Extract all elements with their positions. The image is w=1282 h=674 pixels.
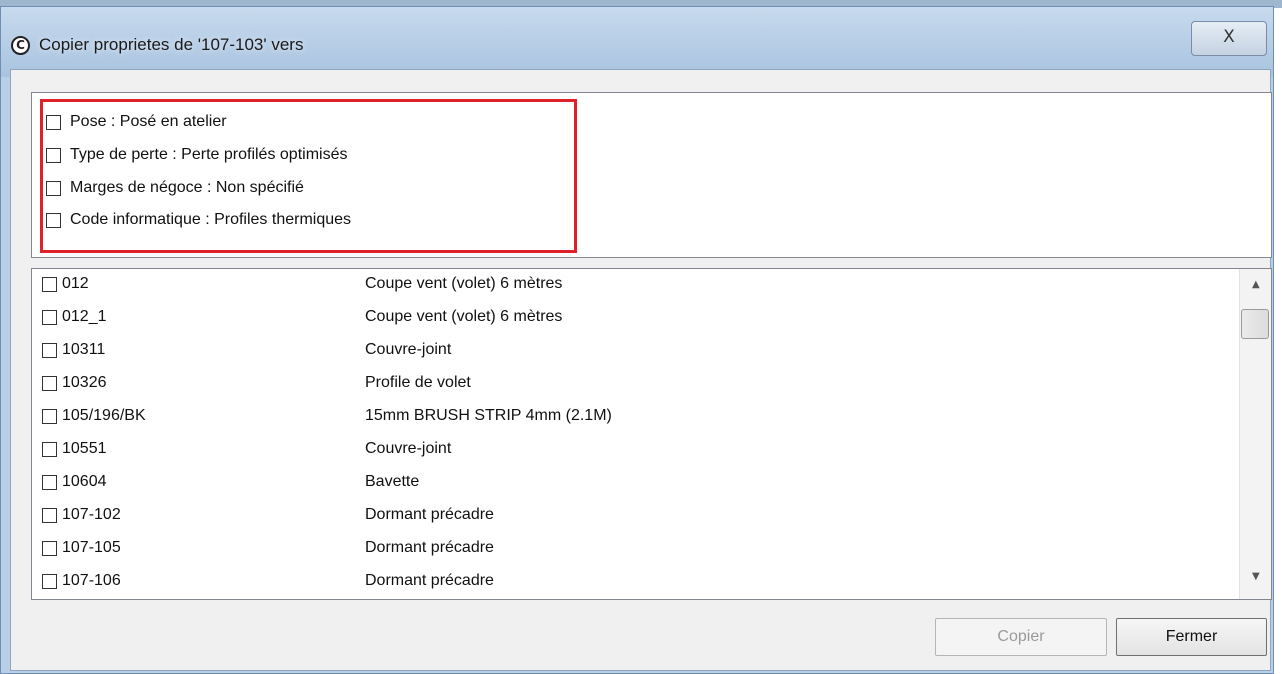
scrollbar-thumb[interactable] xyxy=(1241,309,1269,339)
property-label: Code informatique : Profiles thermiques xyxy=(70,211,352,228)
item-description: Couvre-joint xyxy=(365,341,452,358)
checkbox[interactable] xyxy=(46,114,61,130)
item-description: Bavette xyxy=(365,473,420,490)
properties-panel: Pose : Posé en atelier Type de perte : P… xyxy=(31,92,1272,258)
scroll-down-icon[interactable]: ▼ xyxy=(1252,571,1260,582)
checkbox[interactable] xyxy=(42,508,57,523)
checkbox[interactable] xyxy=(42,376,57,391)
checkbox[interactable] xyxy=(46,147,61,163)
item-description: Coupe vent (volet) 6 mètres xyxy=(365,275,563,292)
property-marges-de-negoce[interactable]: Marges de négoce : Non spécifié xyxy=(46,176,304,200)
checkbox[interactable] xyxy=(42,409,57,424)
app-logo-icon: C xyxy=(11,36,30,55)
window-title: Copier proprietes de '107-103' vers xyxy=(39,35,304,54)
checkbox[interactable] xyxy=(46,180,61,196)
property-label: Marges de négoce : Non spécifié xyxy=(70,179,304,196)
list-item[interactable]: 10551 Couvre-joint xyxy=(32,434,1230,466)
list-scrollbar[interactable]: ▲ ▼ xyxy=(1239,269,1271,599)
item-description: Couvre-joint xyxy=(365,440,452,457)
item-description: Dormant précadre xyxy=(365,506,494,523)
list-item[interactable]: 10604 Bavette xyxy=(32,467,1230,499)
item-code: 10604 xyxy=(62,473,107,490)
item-description: Dormant précadre xyxy=(365,572,494,589)
checkbox[interactable] xyxy=(42,343,57,358)
item-code: 012 xyxy=(62,275,89,292)
list-item[interactable]: 012 Coupe vent (volet) 6 mètres xyxy=(32,269,1230,301)
copy-button[interactable]: Copier xyxy=(935,618,1107,656)
list-item[interactable]: 107-102 Dormant précadre xyxy=(32,500,1230,532)
list-item[interactable]: 012_1 Coupe vent (volet) 6 mètres xyxy=(32,302,1230,334)
list-item[interactable]: 10326 Profile de volet xyxy=(32,368,1230,400)
items-list[interactable]: 012 Coupe vent (volet) 6 mètres 012_1 Co… xyxy=(31,268,1272,600)
checkbox[interactable] xyxy=(42,310,57,325)
item-code: 107-106 xyxy=(62,572,121,589)
item-code: 107-105 xyxy=(62,539,121,556)
list-item[interactable]: 107-105 Dormant précadre xyxy=(32,533,1230,565)
item-description: Dormant précadre xyxy=(365,539,494,556)
item-code: 10551 xyxy=(62,440,107,457)
title-bar[interactable]: C Copier proprietes de '107-103' vers X xyxy=(1,7,1273,77)
checkbox[interactable] xyxy=(42,442,57,457)
dialog-body: Pose : Posé en atelier Type de perte : P… xyxy=(10,69,1272,671)
item-description: 15mm BRUSH STRIP 4mm (2.1M) xyxy=(365,407,612,424)
window-close-button[interactable]: X xyxy=(1191,21,1267,56)
property-type-de-perte[interactable]: Type de perte : Perte profilés optimisés xyxy=(46,143,347,167)
checkbox[interactable] xyxy=(42,574,57,589)
checkbox[interactable] xyxy=(42,541,57,556)
list-item[interactable]: 10311 Couvre-joint xyxy=(32,335,1230,367)
checkbox[interactable] xyxy=(42,475,57,490)
item-code: 105/196/BK xyxy=(62,407,146,424)
item-description: Profile de volet xyxy=(365,374,471,391)
item-code: 10311 xyxy=(62,341,106,358)
copy-properties-dialog: C Copier proprietes de '107-103' vers X … xyxy=(0,6,1274,674)
property-code-informatique[interactable]: Code informatique : Profiles thermiques xyxy=(46,208,351,232)
property-label: Type de perte : Perte profilés optimisés xyxy=(70,146,348,163)
scroll-up-icon[interactable]: ▲ xyxy=(1252,279,1260,290)
checkbox[interactable] xyxy=(42,277,57,292)
checkbox[interactable] xyxy=(46,212,61,228)
property-label: Pose : Posé en atelier xyxy=(70,113,227,130)
close-button[interactable]: Fermer xyxy=(1116,618,1267,656)
list-item[interactable]: 107-106 Dormant précadre xyxy=(32,566,1230,598)
item-code: 107-102 xyxy=(62,506,121,523)
item-description: Coupe vent (volet) 6 mètres xyxy=(365,308,563,325)
property-pose[interactable]: Pose : Posé en atelier xyxy=(46,110,227,134)
item-code: 012_1 xyxy=(62,308,107,325)
list-item[interactable]: 105/196/BK 15mm BRUSH STRIP 4mm (2.1M) xyxy=(32,401,1230,433)
item-code: 10326 xyxy=(62,374,107,391)
